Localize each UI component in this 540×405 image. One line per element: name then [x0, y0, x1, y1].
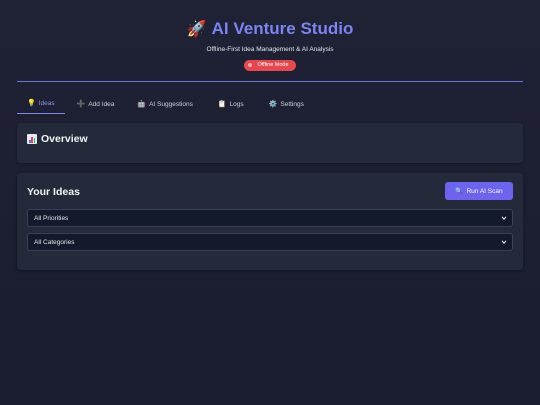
run-ai-scan-button[interactable]: 🔍 Run AI Scan: [445, 182, 513, 200]
chevron-down-icon: [501, 216, 507, 221]
category-filter-value: All Categories: [34, 238, 75, 246]
tab-ai-suggestions[interactable]: 🤖 AI Suggestions: [127, 96, 202, 114]
tab-bar: 💡 Ideas ➕ Add Idea 🤖 AI Suggestions 📋 Lo…: [17, 94, 523, 114]
ideas-title: Your Ideas: [27, 186, 80, 198]
run-ai-scan-label: Run AI Scan: [466, 187, 503, 195]
tab-label: Settings: [280, 100, 304, 108]
priority-filter-value: All Priorities: [34, 214, 69, 222]
app-subtitle: Offline-First Idea Management & AI Analy…: [206, 46, 334, 53]
robot-icon: 🤖: [137, 101, 147, 108]
gear-icon: ⚙️: [268, 101, 278, 108]
overview-card: Overview: [17, 123, 523, 163]
priority-filter-select[interactable]: All Priorities: [27, 209, 513, 227]
tab-label: Ideas: [38, 99, 55, 107]
rocket-icon: 🚀: [186, 21, 207, 38]
bar-chart-icon: [27, 134, 37, 144]
tab-settings[interactable]: ⚙️ Settings: [259, 96, 314, 114]
app-header: 🚀 AI Venture Studio Offline-First Idea M…: [0, 0, 540, 71]
overview-title: Overview: [41, 133, 88, 145]
lightbulb-icon: 💡: [27, 100, 36, 107]
category-filter-select[interactable]: All Categories: [27, 233, 513, 251]
clipboard-icon: 📋: [217, 101, 227, 108]
header-divider: [17, 81, 523, 82]
status-badge-label: Offline Mode: [257, 62, 289, 68]
tab-label: AI Suggestions: [149, 100, 193, 108]
plus-icon: ➕: [76, 101, 86, 108]
tab-label: Add Idea: [88, 100, 115, 108]
tab-add-idea[interactable]: ➕ Add Idea: [67, 96, 125, 114]
status-dot-icon: [248, 63, 253, 67]
chevron-down-icon: [501, 240, 507, 245]
app-title-text: AI Venture Studio: [211, 19, 354, 38]
app-title: 🚀 AI Venture Studio: [187, 19, 354, 39]
search-icon: 🔍: [455, 188, 464, 195]
tab-logs[interactable]: 📋 Logs: [208, 96, 254, 114]
ideas-card: Your Ideas 🔍 Run AI Scan All Priorities …: [17, 173, 523, 270]
tab-ideas[interactable]: 💡 Ideas: [17, 95, 65, 114]
tab-label: Logs: [229, 100, 244, 108]
overview-heading: Overview: [27, 133, 88, 145]
status-badge: Offline Mode: [244, 59, 296, 71]
